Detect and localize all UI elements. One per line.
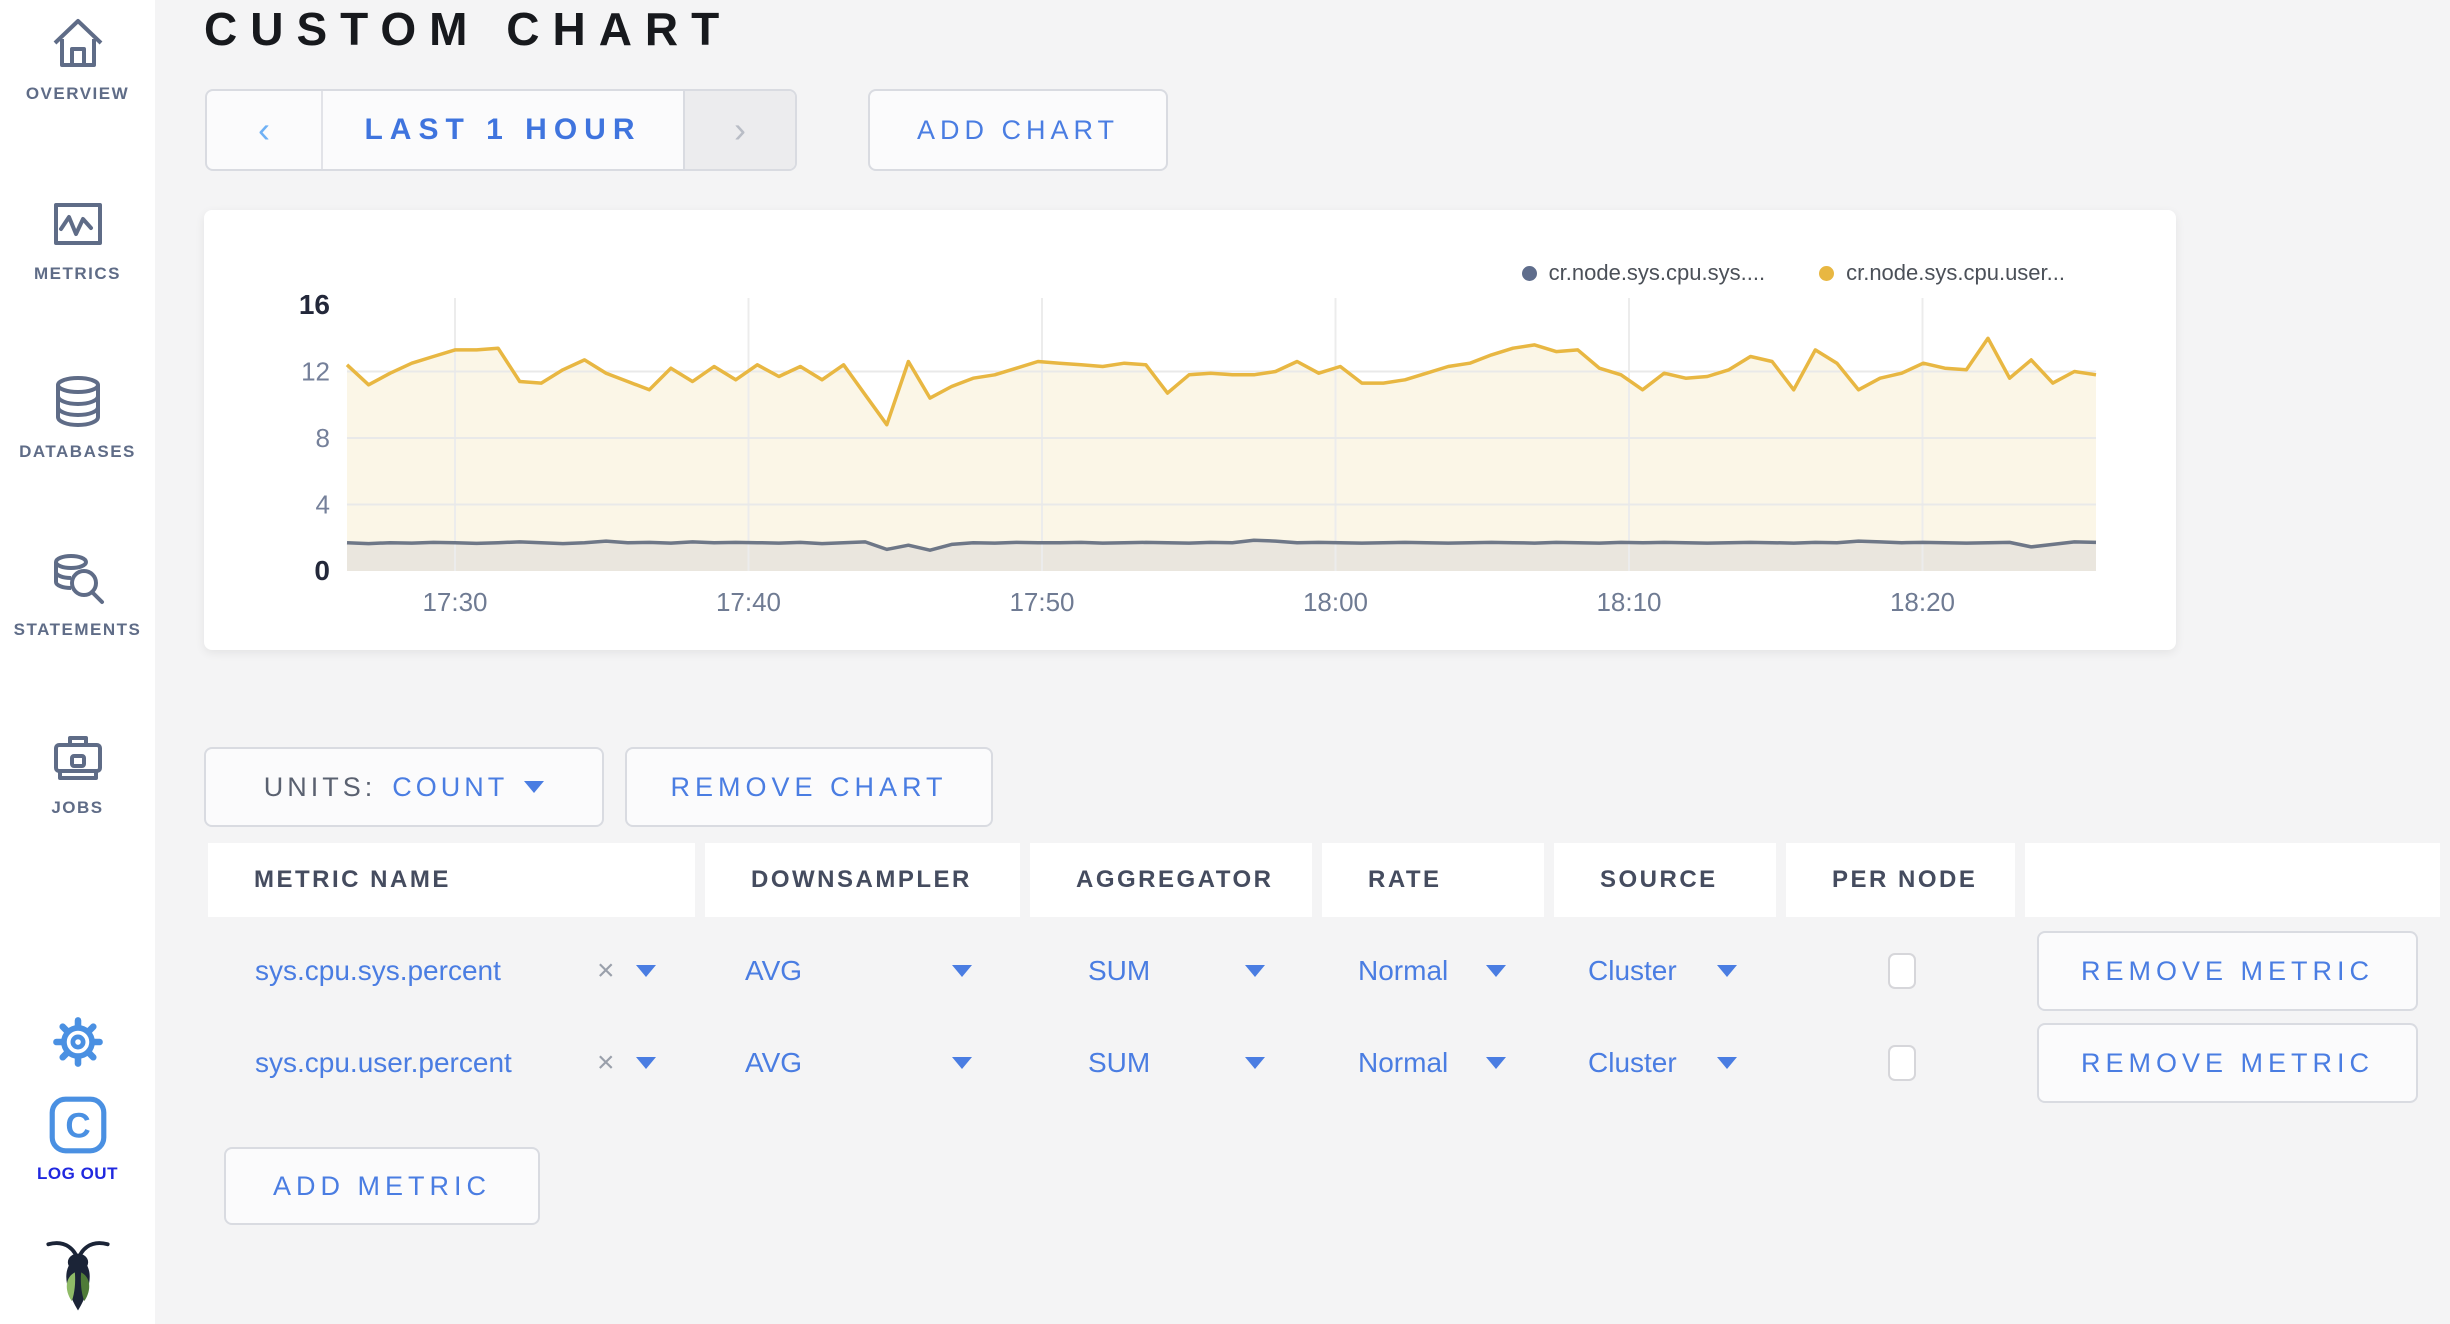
sidebar-item-label: METRICS xyxy=(34,264,121,283)
metric-row: sys.cpu.user.percent × AVG SUM Normal Cl… xyxy=(0,1017,2450,1109)
svg-text:0: 0 xyxy=(314,555,330,586)
legend-label-sys: cr.node.sys.cpu.sys.... xyxy=(1548,260,1766,285)
sidebar-item-label: DATABASES xyxy=(19,442,136,461)
svg-text:17:50: 17:50 xyxy=(1009,587,1074,617)
cockroachdb-logo xyxy=(0,1232,155,1322)
units-label: UNITS: xyxy=(263,771,377,802)
aggregator-dropdown[interactable]: SUM xyxy=(1088,955,1150,987)
briefcase-icon xyxy=(0,726,155,790)
caret-down-icon[interactable] xyxy=(636,965,656,977)
time-range-next-button[interactable]: › xyxy=(683,91,795,169)
legend-item-user[interactable]: cr.node.sys.cpu.user... xyxy=(1819,260,2065,286)
downsampler-dropdown[interactable]: AVG xyxy=(745,955,802,987)
svg-text:18:10: 18:10 xyxy=(1596,587,1661,617)
column-header-aggregator: AGGREGATOR xyxy=(1030,843,1312,917)
metrics-graph-icon xyxy=(0,192,155,256)
caret-down-icon[interactable] xyxy=(1245,1057,1265,1069)
aggregator-dropdown[interactable]: SUM xyxy=(1088,1047,1150,1079)
sidebar-item-statements[interactable]: STATEMENTS xyxy=(0,548,155,640)
per-node-checkbox[interactable] xyxy=(1888,953,1916,989)
svg-text:16: 16 xyxy=(299,289,330,320)
time-range-selector: ‹ LAST 1 HOUR › xyxy=(205,89,797,171)
column-header-actions xyxy=(2025,843,2440,917)
legend-dot-user xyxy=(1819,265,1835,281)
column-header-source: SOURCE xyxy=(1554,843,1776,917)
column-header-downsampler: DOWNSAMPLER xyxy=(705,843,1020,917)
chart-card: 17:30 17:40 17:50 18:00 18:10 18:20 0 4 8 12 16 cr… xyxy=(204,210,2176,650)
statements-search-icon xyxy=(0,548,155,612)
sidebar-item-label: JOBS xyxy=(51,798,104,817)
caret-down-icon[interactable] xyxy=(1717,1057,1737,1069)
units-value: COUNT xyxy=(392,771,509,802)
svg-text:18:20: 18:20 xyxy=(1890,587,1955,617)
time-range-prev-button[interactable]: ‹ xyxy=(207,91,323,169)
sidebar-item-label: STATEMENTS xyxy=(13,620,142,639)
rate-dropdown[interactable]: Normal xyxy=(1358,955,1448,987)
caret-down-icon[interactable] xyxy=(952,965,972,977)
sidebar-item-databases[interactable]: DATABASES xyxy=(0,370,155,462)
downsampler-dropdown[interactable]: AVG xyxy=(745,1047,802,1079)
remove-metric-button[interactable]: REMOVE METRIC xyxy=(2037,1023,2418,1103)
column-header-per-node: PER NODE xyxy=(1786,843,2015,917)
chevron-right-icon: › xyxy=(734,109,746,150)
legend-item-sys[interactable]: cr.node.sys.cpu.sys.... xyxy=(1521,260,1766,286)
units-dropdown[interactable]: UNITS: COUNT xyxy=(204,747,604,827)
add-chart-button[interactable]: ADD CHART xyxy=(868,89,1168,171)
per-node-checkbox[interactable] xyxy=(1888,1045,1916,1081)
metric-name-dropdown[interactable]: sys.cpu.sys.percent xyxy=(255,955,501,987)
remove-metric-button[interactable]: REMOVE METRIC xyxy=(2037,931,2418,1011)
svg-text:18:00: 18:00 xyxy=(1303,587,1368,617)
home-icon xyxy=(0,12,155,76)
remove-chart-button[interactable]: REMOVE CHART xyxy=(625,747,993,827)
svg-text:17:40: 17:40 xyxy=(716,587,781,617)
column-header-rate: RATE xyxy=(1322,843,1544,917)
sidebar: OVERVIEW METRICS DATABASES STATEMENTS JO… xyxy=(0,0,155,1324)
legend-label-user: cr.node.sys.cpu.user... xyxy=(1846,260,2065,285)
svg-text:8: 8 xyxy=(316,423,330,453)
svg-text:17:30: 17:30 xyxy=(422,587,487,617)
chevron-left-icon: ‹ xyxy=(258,109,270,150)
column-header-metric-name: METRIC NAME xyxy=(208,843,695,917)
rate-dropdown[interactable]: Normal xyxy=(1358,1047,1448,1079)
database-icon xyxy=(0,370,155,434)
legend-dot-sys xyxy=(1521,265,1537,281)
clear-metric-icon[interactable]: × xyxy=(597,954,615,988)
caret-down-icon xyxy=(524,781,545,793)
sidebar-item-label: OVERVIEW xyxy=(25,84,130,103)
clear-metric-icon[interactable]: × xyxy=(597,1046,615,1080)
add-metric-button[interactable]: ADD METRIC xyxy=(224,1147,540,1225)
svg-text:12: 12 xyxy=(301,357,330,387)
time-range-label[interactable]: LAST 1 HOUR xyxy=(323,91,683,169)
sidebar-item-metrics[interactable]: METRICS xyxy=(0,192,155,284)
caret-down-icon[interactable] xyxy=(1717,965,1737,977)
svg-text:C: C xyxy=(65,1106,90,1145)
metric-row: sys.cpu.sys.percent × AVG SUM Normal Clu… xyxy=(0,925,2450,1017)
cockroach-bug-icon xyxy=(0,1232,155,1322)
svg-text:4: 4 xyxy=(316,490,330,520)
source-dropdown[interactable]: Cluster xyxy=(1588,1047,1677,1079)
caret-down-icon[interactable] xyxy=(952,1057,972,1069)
sidebar-item-overview[interactable]: OVERVIEW xyxy=(0,12,155,104)
page-title: CUSTOM CHART xyxy=(204,3,733,55)
metric-name-dropdown[interactable]: sys.cpu.user.percent xyxy=(255,1047,512,1079)
caret-down-icon[interactable] xyxy=(1486,1057,1506,1069)
caret-down-icon[interactable] xyxy=(1245,965,1265,977)
logout-label: LOG OUT xyxy=(37,1164,118,1183)
caret-down-icon[interactable] xyxy=(636,1057,656,1069)
source-dropdown[interactable]: Cluster xyxy=(1588,955,1677,987)
chart-legend: cr.node.sys.cpu.sys.... cr.node.sys.cpu.… xyxy=(1521,260,2065,286)
caret-down-icon[interactable] xyxy=(1486,965,1506,977)
sidebar-item-jobs[interactable]: JOBS xyxy=(0,726,155,818)
